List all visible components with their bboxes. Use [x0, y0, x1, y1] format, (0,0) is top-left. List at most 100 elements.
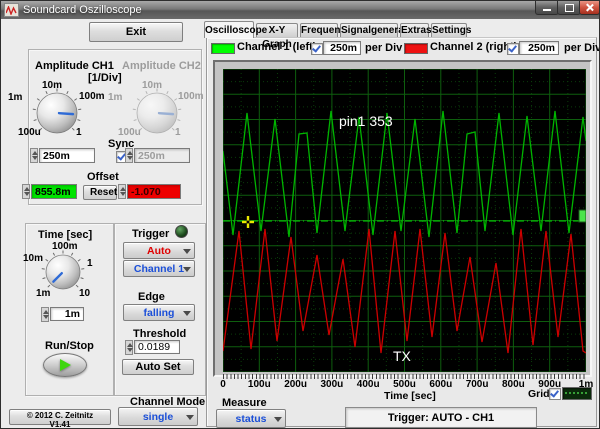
x-tick-label: 700u: [465, 379, 489, 390]
knob-label: 1m: [36, 288, 51, 299]
ch2-per-div-value[interactable]: 250m: [519, 41, 559, 55]
offset-ch1-value[interactable]: 855.8m: [31, 184, 77, 199]
threshold-spinner[interactable]: [125, 340, 133, 355]
offset-ch1-spinner[interactable]: [22, 184, 30, 199]
amplitude-unit-label: [1/Div]: [88, 72, 122, 84]
tab-settings[interactable]: Settings: [431, 23, 471, 37]
minimize-button[interactable]: [535, 1, 559, 15]
scope-annotation-bottom: TX: [393, 348, 412, 364]
amplitude-ch1-label: Amplitude CH1: [35, 60, 114, 72]
measure-value: status: [235, 412, 267, 425]
minimize-icon: [543, 8, 551, 11]
knob-label: 100u: [118, 127, 141, 138]
trigger-edge-value: falling: [143, 306, 175, 319]
trigger-edge-dropdown[interactable]: falling: [123, 304, 195, 321]
trigger-mode-value: Auto: [147, 244, 171, 257]
dropdown-arrow-icon: [183, 266, 191, 272]
ch1-per-div-label: per Div: [365, 42, 403, 54]
amplitude-ch2-spinner: [125, 148, 133, 163]
ch2-legend-label: Channel 2 (right): [430, 41, 518, 53]
knob-label: 10m: [23, 253, 44, 264]
x-tick-label: 600u: [429, 379, 453, 390]
window-title: Soundcard Oszilloscope: [23, 4, 142, 16]
time-spinner[interactable]: [41, 307, 49, 322]
x-tick-label: 300u: [320, 379, 344, 390]
channel-mode-dropdown[interactable]: single: [118, 407, 198, 426]
amplitude-ch2-value: 250m: [134, 148, 190, 163]
ch2-color-swatch: [404, 43, 428, 54]
tab-extras[interactable]: Extras: [400, 23, 432, 37]
knob-label: 1: [87, 258, 93, 269]
runstop-label: Run/Stop: [45, 340, 94, 352]
close-button[interactable]: [579, 1, 599, 15]
time-label: Time [sec]: [38, 229, 93, 241]
measure-label: Measure: [222, 397, 267, 409]
knob-label: 1: [76, 127, 82, 138]
knob-label: 100m: [79, 91, 105, 102]
dropdown-arrow-icon: [183, 248, 191, 254]
time-value[interactable]: 1m: [50, 307, 84, 321]
app-window: Soundcard Oszilloscope Exit Amplitude CH…: [0, 0, 600, 429]
maximize-icon: [564, 3, 574, 12]
trigger-mode-dropdown[interactable]: Auto: [123, 242, 195, 259]
ch2-enable-checkbox[interactable]: [507, 43, 519, 55]
grid-checkbox[interactable]: [549, 388, 561, 400]
copyright-button[interactable]: © 2012 C. Zeitnitz V1.41: [9, 409, 111, 428]
knob-label: 100m: [52, 241, 78, 252]
close-icon: [585, 3, 594, 12]
x-axis-title: Time [sec]: [384, 390, 436, 402]
ch1-color-swatch: [211, 43, 235, 54]
cursor-crosshair: [242, 216, 254, 228]
offset-label: Offset: [87, 171, 119, 183]
channel-mode-value: single: [142, 410, 174, 423]
trigger-source-value: Channel 1: [133, 262, 185, 275]
grid-label: Grid: [528, 388, 550, 400]
amplitude-ch1-spinner[interactable]: [30, 148, 38, 163]
offset-ch2-spinner[interactable]: [118, 184, 126, 199]
measure-dropdown[interactable]: status: [216, 409, 286, 428]
scope-annotation-top: pin1 353: [339, 113, 393, 129]
dropdown-arrow-icon: [274, 416, 282, 422]
knob-label: 1: [175, 127, 181, 138]
ch1-level-handle: [578, 209, 586, 223]
runstop-button[interactable]: [43, 353, 87, 377]
tab-signalgenerator[interactable]: Signalgenerator: [340, 23, 417, 37]
offset-reset-button[interactable]: Reset: [83, 185, 117, 200]
trigger-label: Trigger: [132, 228, 170, 240]
knob-label: 10: [79, 288, 91, 299]
dropdown-arrow-icon: [183, 310, 191, 316]
amplitude-ch2-label: Amplitude CH2: [122, 60, 201, 72]
knob-label: 10m: [142, 80, 163, 91]
app-icon: [4, 3, 19, 17]
knob-label: 10m: [42, 80, 63, 91]
amplitude-ch1-value[interactable]: 250m: [39, 148, 95, 163]
x-tick-label: 100u: [247, 379, 271, 390]
trigger-led: [175, 225, 188, 238]
ch2-per-div-label: per Div: [564, 42, 600, 54]
grid-color-swatch: [562, 387, 592, 400]
trigger-source-dropdown[interactable]: Channel 1: [123, 260, 195, 277]
title-bar[interactable]: Soundcard Oszilloscope: [1, 1, 599, 19]
x-tick-label: 0: [220, 379, 226, 390]
knob-label: 100u: [18, 127, 41, 138]
play-icon: [59, 359, 71, 371]
knob-label: 1m: [108, 92, 123, 103]
knob-label: 1m: [8, 92, 23, 103]
x-tick-label: 400u: [356, 379, 380, 390]
offset-ch2-value[interactable]: -1.070: [127, 184, 181, 199]
trigger-status: Trigger: AUTO - CH1: [345, 407, 537, 428]
ch1-enable-checkbox[interactable]: [311, 43, 323, 55]
x-tick-label: 800u: [501, 379, 525, 390]
tab-frequency[interactable]: Frequency: [300, 23, 352, 37]
ch1-per-div-value[interactable]: 250m: [323, 41, 361, 55]
maximize-button[interactable]: [557, 1, 581, 15]
x-tick-label: 500u: [393, 379, 416, 390]
knob-label: 100m: [178, 91, 204, 102]
x-tick-label: 200u: [284, 379, 307, 390]
exit-button[interactable]: Exit: [89, 22, 183, 42]
edge-label: Edge: [138, 291, 165, 303]
autoset-button[interactable]: Auto Set: [122, 359, 194, 375]
scope-display[interactable]: pin1 353 TX: [223, 69, 586, 372]
tab-oscilloscope[interactable]: Oscilloscope: [204, 21, 267, 38]
threshold-value[interactable]: 0.0189: [134, 340, 180, 354]
